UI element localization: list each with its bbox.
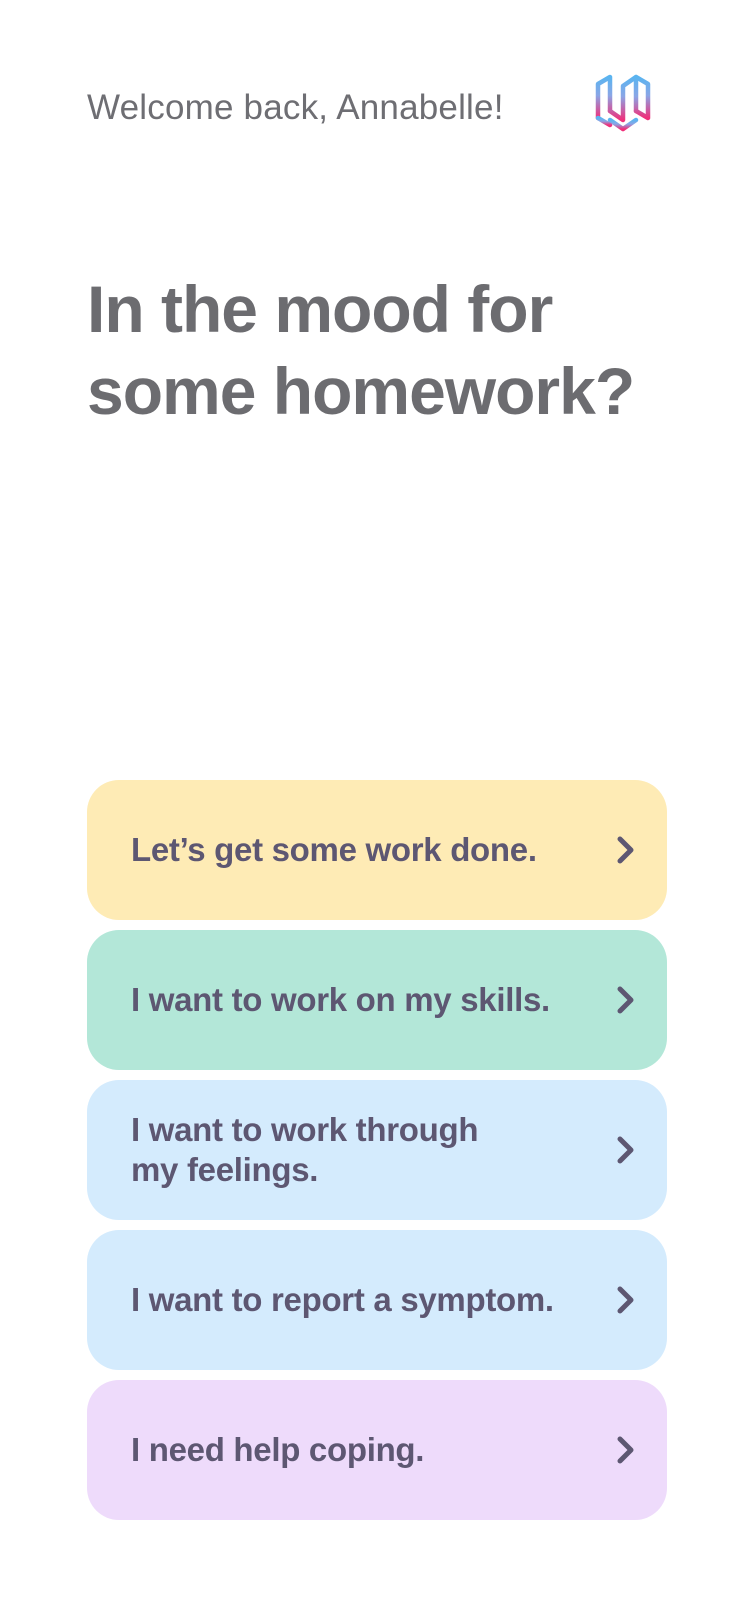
chevron-right-icon <box>617 1286 634 1314</box>
chevron-right-icon <box>617 836 634 864</box>
headline-line-2: some homework? <box>87 354 635 428</box>
option-help-coping-button[interactable]: I need help coping. <box>87 1380 667 1520</box>
chevron-right-icon <box>617 986 634 1014</box>
option-label: I want to report a symptom. <box>131 1281 554 1318</box>
welcome-greeting: Welcome back, Annabelle! <box>87 88 504 127</box>
option-work-through-feelings-button[interactable]: I want to work through my feelings. <box>87 1080 667 1220</box>
option-label: I need help coping. <box>131 1431 425 1468</box>
option-work-on-skills-button[interactable]: I want to work on my skills. <box>87 930 667 1070</box>
option-label: Let’s get some work done. <box>131 831 537 868</box>
page-headline: In the mood for some homework? <box>87 268 687 432</box>
headline-line-1: In the mood for <box>87 272 553 346</box>
option-label: I want to work on my skills. <box>131 981 550 1018</box>
option-report-symptom-button[interactable]: I want to report a symptom. <box>87 1230 667 1370</box>
option-get-work-done-button[interactable]: Let’s get some work done. <box>87 780 667 920</box>
chevron-right-icon <box>617 1136 634 1164</box>
option-label: I want to work through my feelings. <box>131 1111 479 1188</box>
homework-options-list: Let’s get some work done. I want to work… <box>87 780 667 1530</box>
brand-logo-icon[interactable] <box>594 70 652 132</box>
chevron-right-icon <box>617 1436 634 1464</box>
